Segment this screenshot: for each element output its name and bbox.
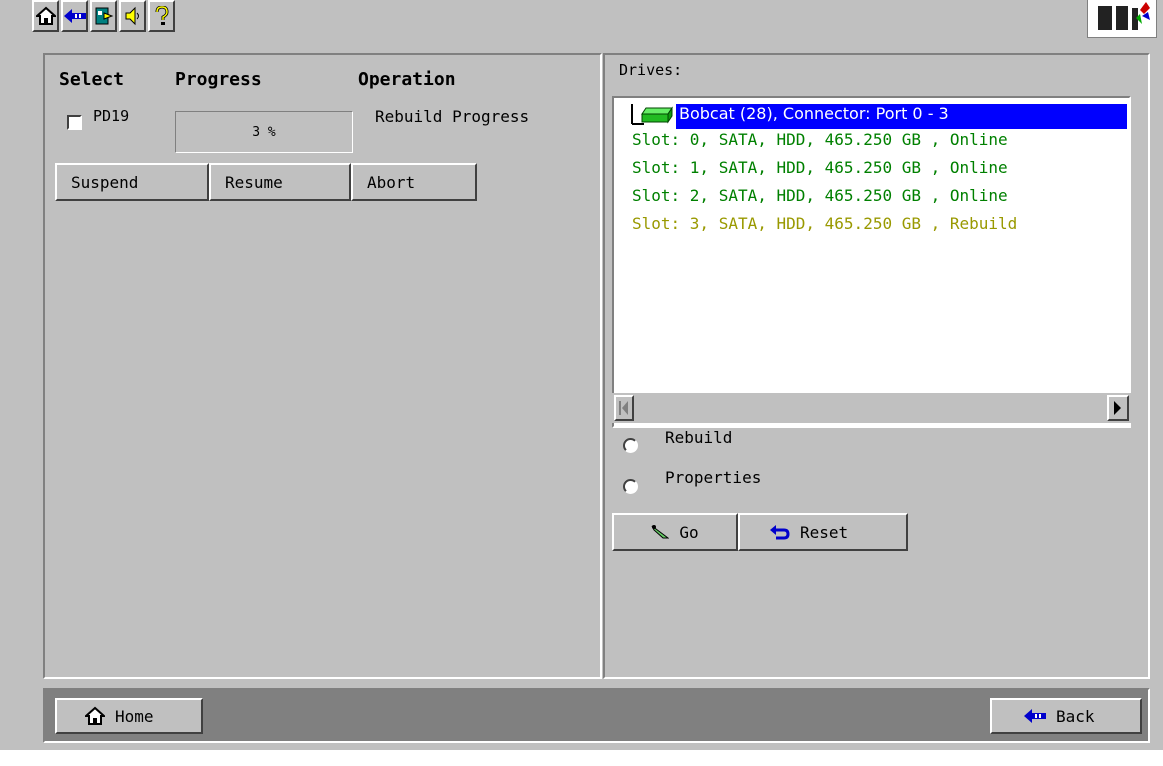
drive-slot-1[interactable]: Slot: 1, SATA, HDD, 465.250 GB , Online <box>632 158 1008 177</box>
resume-label: Resume <box>225 172 283 192</box>
back-label: Back <box>1056 706 1095 726</box>
operation-value: Rebuild Progress <box>375 107 530 126</box>
operations-panel: Select Progress Operation PD19 3 % Rebui… <box>43 53 602 679</box>
home-icon <box>35 6 56 25</box>
exit-toolbar-button[interactable] <box>90 0 117 32</box>
speaker-icon <box>125 6 139 26</box>
suspend-label: Suspend <box>71 172 139 192</box>
drives-label: Drives: <box>619 61 683 79</box>
exit-icon <box>95 7 113 25</box>
horizontal-scrollbar[interactable] <box>612 393 1131 423</box>
resume-button[interactable]: Resume <box>209 163 351 201</box>
progress-column-header: Progress <box>175 69 262 90</box>
properties-radio[interactable] <box>623 479 638 494</box>
home-label: Home <box>115 706 154 726</box>
bottom-nav-bar: Home Back <box>43 688 1150 743</box>
help-icon <box>155 6 169 25</box>
help-toolbar-button[interactable] <box>148 0 175 32</box>
drives-tree[interactable]: Bobcat (28), Connector: Port 0 - 3 Slot:… <box>612 96 1131 428</box>
back-arrow-icon <box>63 9 86 23</box>
abort-button[interactable]: Abort <box>351 163 477 201</box>
home-button[interactable]: Home <box>55 698 203 734</box>
drive-slot-0[interactable]: Slot: 0, SATA, HDD, 465.250 GB , Online <box>632 130 1008 149</box>
rebuild-radio[interactable] <box>623 438 638 453</box>
enclosure-tree-item[interactable]: Bobcat (28), Connector: Port 0 - 3 <box>676 104 1127 129</box>
scroll-left-icon <box>619 401 628 415</box>
reset-label: Reset <box>800 522 849 542</box>
go-label: Go <box>679 522 699 542</box>
abort-label: Abort <box>367 172 416 192</box>
select-column-header: Select <box>59 69 125 90</box>
pd19-checkbox[interactable] <box>67 115 82 130</box>
back-button[interactable]: Back <box>990 698 1142 734</box>
properties-option-label: Properties <box>665 468 762 487</box>
scroll-right-button[interactable] <box>1107 395 1129 421</box>
back-toolbar-button[interactable] <box>61 0 88 32</box>
logo-icon <box>1098 2 1150 30</box>
sound-toolbar-button[interactable] <box>119 0 146 32</box>
scroll-left-button[interactable] <box>614 395 634 421</box>
back-arrow-icon <box>1024 709 1046 723</box>
operation-column-header: Operation <box>358 69 456 90</box>
undo-icon <box>770 525 790 540</box>
pd19-label: PD19 <box>93 107 130 125</box>
drive-slot-3[interactable]: Slot: 3, SATA, HDD, 465.250 GB , Rebuild <box>632 214 1017 233</box>
scroll-right-icon <box>1114 401 1121 415</box>
reset-button[interactable]: Reset <box>738 513 908 551</box>
app-window: Select Progress Operation PD19 3 % Rebui… <box>0 0 1163 750</box>
home-icon <box>85 706 105 725</box>
top-toolbar <box>0 0 1163 46</box>
progress-value: 3 % <box>252 124 276 140</box>
drive-slot-2[interactable]: Slot: 2, SATA, HDD, 465.250 GB , Online <box>632 186 1008 205</box>
brand-logo <box>1087 0 1157 38</box>
go-icon <box>651 525 670 539</box>
suspend-button[interactable]: Suspend <box>55 163 209 201</box>
home-toolbar-button[interactable] <box>32 0 59 32</box>
go-button[interactable]: Go <box>612 513 738 551</box>
enclosure-icon <box>641 106 673 124</box>
rebuild-option-label: Rebuild <box>665 428 733 447</box>
rebuild-progress-bar: 3 % <box>175 111 353 153</box>
